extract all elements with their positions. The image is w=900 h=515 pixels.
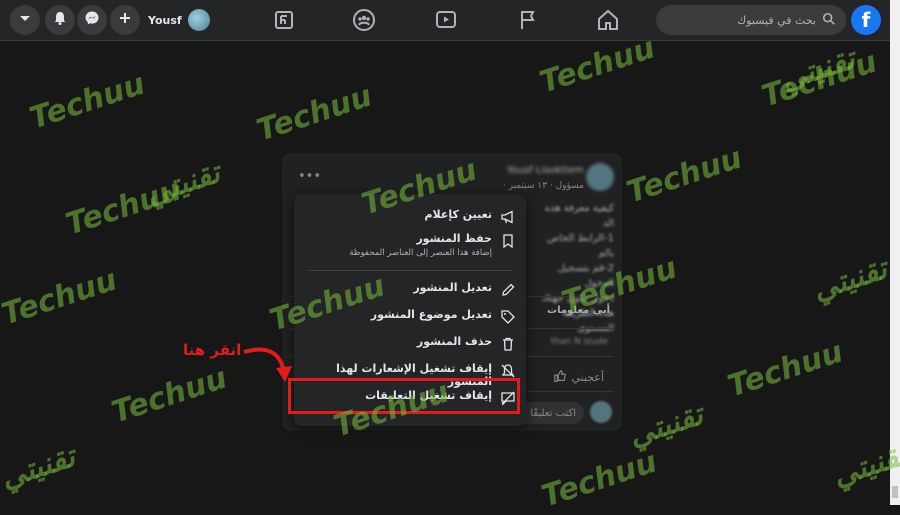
watermark: Techuu (757, 44, 882, 115)
post-author[interactable]: Yousf Lisoktiem (507, 165, 584, 176)
menu-item-edit-topic[interactable]: تعديل موضوع المنشور (304, 308, 516, 325)
avatar (590, 401, 612, 423)
menu-item-delete-post[interactable]: حذف المنشور (304, 335, 516, 352)
info-button[interactable]: أبي معلومات (547, 305, 610, 316)
watermark: تقنيتي (776, 41, 860, 98)
flag-icon (516, 11, 540, 36)
top-navigation-bar: Yousf بحث في فيسبوك f (0, 0, 890, 41)
profile-name: Yousf (148, 13, 182, 27)
video-icon (434, 11, 458, 36)
home-icon (596, 9, 620, 36)
post-body-line: دخول تكون جهتك (541, 293, 614, 304)
watermark: Techuu (622, 140, 747, 211)
bell-off-icon (500, 363, 516, 379)
groups-tab[interactable] (352, 8, 376, 32)
menu-item-set-announcement[interactable]: تعيين كإعلام (304, 208, 516, 225)
watermark: تقنيتي (624, 397, 708, 454)
watermark: Techuu (0, 262, 122, 333)
facebook-logo-letter: f (861, 8, 871, 32)
search-placeholder: بحث في فيسبوك (737, 13, 816, 27)
menu-divider (308, 270, 512, 271)
messenger-button[interactable] (77, 5, 107, 35)
trash-icon (500, 336, 516, 352)
megaphone-icon (500, 209, 516, 225)
notifications-button[interactable] (45, 5, 75, 35)
bell-icon (52, 10, 68, 30)
menu-item-edit-post[interactable]: تعديل المنشور (304, 281, 516, 298)
groups-icon (352, 9, 376, 36)
watermark: Techuu (537, 444, 662, 515)
menu-item-label: تعديل موضوع المنشور (370, 308, 492, 321)
post-meta: مسؤول · ١٣ سبتمبر · (502, 181, 584, 191)
avatar (187, 9, 210, 31)
menu-item-label: تعديل المنشور (413, 281, 492, 294)
reaction-summary[interactable]: than N Izude (551, 337, 608, 347)
callout-arrow-icon (243, 347, 292, 382)
menu-item-label: حذف المنشور (416, 335, 492, 348)
post-body-line: 2-قم بتسجيل الدخول (557, 263, 614, 289)
menu-item-label: حفظ المنشور (416, 232, 492, 245)
watermark: Techuu (107, 360, 232, 431)
page-scrollbar[interactable] (890, 0, 900, 505)
home-tab[interactable] (596, 8, 620, 32)
watermark: Techuu (723, 334, 848, 405)
scrollbar-thumb[interactable] (892, 486, 898, 498)
like-label: أعجبني (571, 371, 604, 384)
search-icon (822, 11, 836, 30)
gaming-icon (272, 11, 296, 36)
watermark: Techuu (25, 66, 150, 137)
post-body-line: كيفية معرفة هذه الد (544, 203, 614, 229)
search-input[interactable]: بحث في فيسبوك (656, 5, 846, 35)
watermark: تقنيتي (808, 251, 892, 308)
post-body-line: 1-الرابط الخاص بالم (547, 233, 614, 259)
watermark: تقنيتي (141, 155, 225, 212)
more-options-icon[interactable]: ••• (298, 169, 321, 184)
callout-text: انقر هنا (183, 341, 242, 359)
plus-icon (117, 10, 133, 30)
bookmark-icon (500, 233, 516, 249)
profile-shortcut[interactable]: Yousf (148, 6, 210, 34)
highlight-box (288, 378, 520, 414)
watch-tab[interactable] (434, 8, 458, 32)
messenger-icon (84, 10, 100, 30)
pencil-icon (500, 282, 516, 298)
tag-icon (500, 309, 516, 325)
menu-item-save-post[interactable]: حفظ المنشور إضافة هذا العنصر إلى العناصر… (304, 232, 516, 258)
watermark: Techuu (252, 78, 377, 149)
watermark: Techuu (61, 172, 186, 243)
gaming-tab[interactable] (272, 8, 296, 32)
create-button[interactable] (110, 5, 140, 35)
menu-item-label: تعيين كإعلام (424, 208, 492, 221)
menu-item-description: إضافة هذا العنصر إلى العناصر المحفوظة (349, 248, 492, 258)
pages-tab[interactable] (516, 8, 540, 32)
like-button[interactable]: أعجبني (553, 369, 604, 386)
avatar[interactable] (586, 163, 614, 191)
chevron-down-icon (17, 10, 33, 30)
watermark: تقنيتي (0, 439, 80, 496)
facebook-logo[interactable]: f (851, 5, 881, 35)
account-menu-button[interactable] (10, 5, 40, 35)
thumbs-up-icon (553, 369, 567, 386)
